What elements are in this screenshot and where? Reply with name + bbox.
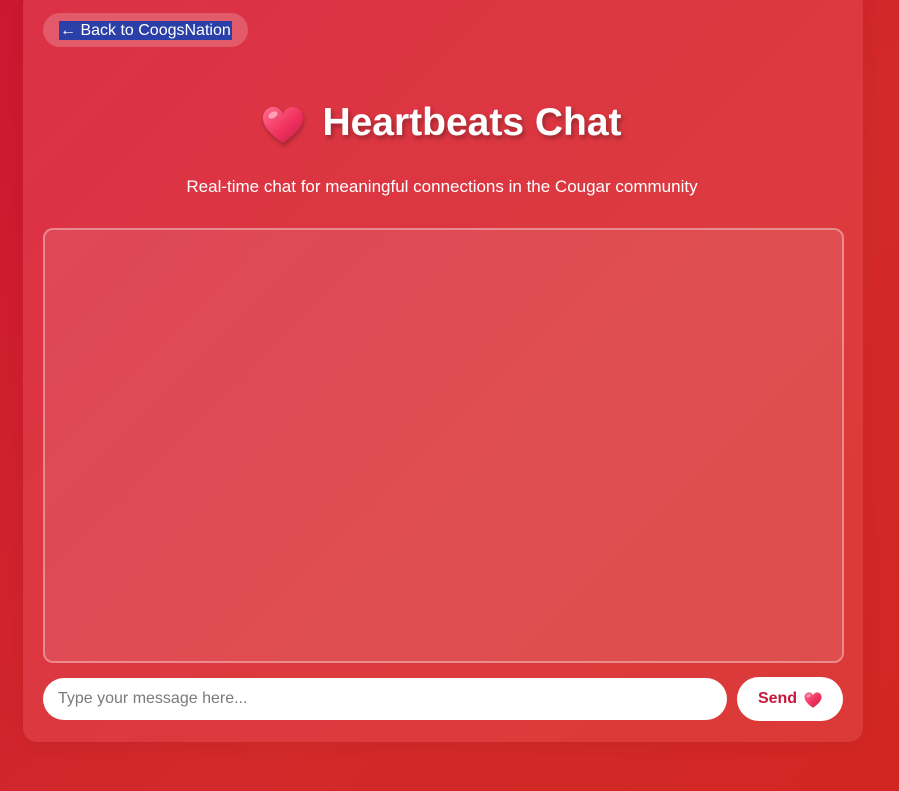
page-subtitle: Real-time chat for meaningful connection… (186, 177, 698, 196)
heart-icon (804, 691, 822, 708)
page-header: Heartbeats Chat (0, 100, 884, 146)
message-input[interactable] (43, 678, 727, 720)
back-to-coogsnation-link[interactable]: ← Back to CoogsNation (43, 13, 248, 47)
send-button-label: Send (757, 690, 798, 707)
chat-messages-area[interactable] (43, 228, 844, 663)
back-link-label: ← Back to CoogsNation (59, 20, 232, 40)
heart-icon (263, 107, 304, 143)
page-title: Heartbeats Chat (322, 101, 622, 144)
send-button[interactable]: Send (737, 677, 843, 721)
